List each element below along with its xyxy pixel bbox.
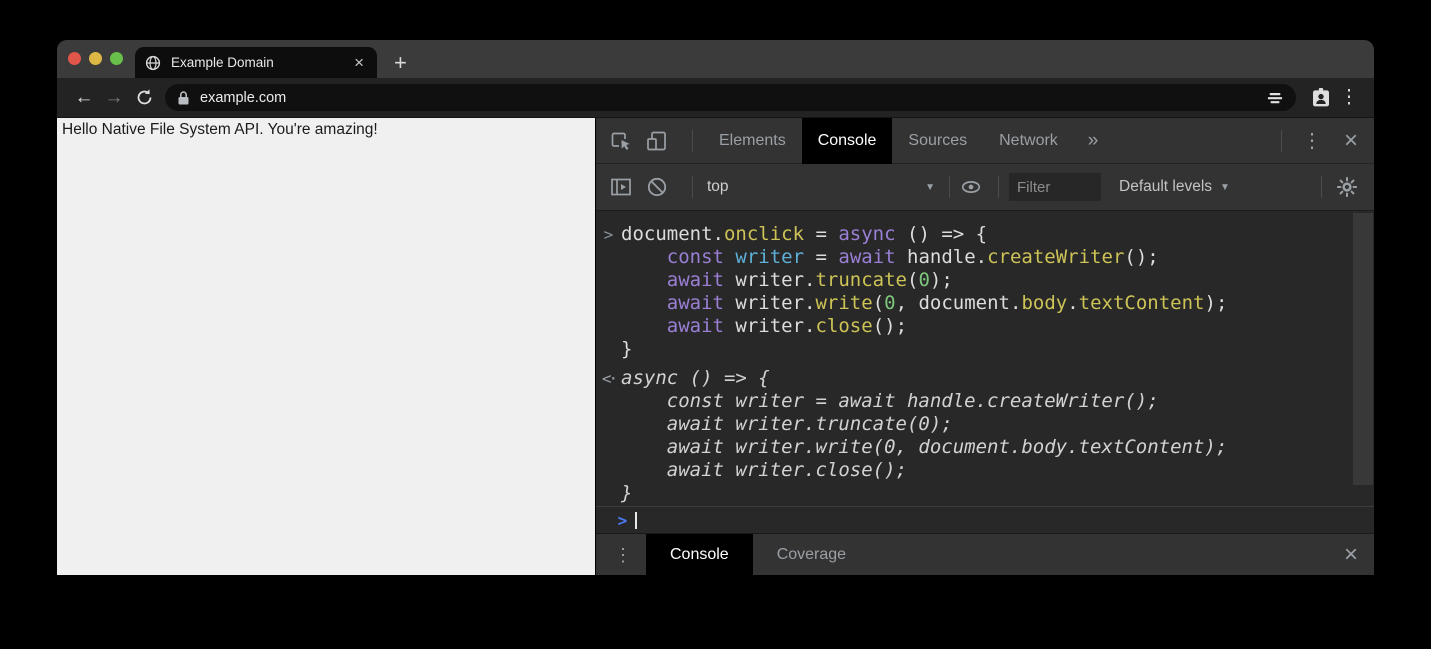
divider [692,130,693,152]
reload-button[interactable] [129,88,159,107]
text-cursor [635,512,637,529]
more-tabs-icon[interactable]: » [1074,130,1113,152]
content-area: Hello Native File System API. You're ama… [57,117,1374,575]
device-toolbar-icon[interactable] [646,130,668,152]
traffic-lights [68,52,123,65]
console-toolbar: top ▼ Default levels ▼ [596,164,1374,211]
inspect-element-icon[interactable] [610,130,632,152]
code-line: } [621,482,1374,505]
chevron-down-icon: ▼ [1220,182,1230,193]
code-line: await writer.truncate(0); [621,413,1374,436]
console-prompt[interactable]: > [596,506,1374,533]
scrollbar-thumb[interactable] [1353,213,1373,485]
console-message-command: >document.onclick = async () => { const … [596,220,1374,364]
tab-elements[interactable]: Elements [703,118,802,164]
devtools-header: Elements Console Sources Network » ⋮ × [596,118,1374,164]
code-line: await writer.write(0, document.body.text… [621,292,1374,315]
log-levels-selector[interactable]: Default levels ▼ [1119,178,1230,196]
context-selector[interactable]: top ▼ [707,178,935,196]
code-line: await writer.close(); [621,315,1374,338]
console-messages: >document.onclick = async () => { const … [596,211,1374,506]
tab-strip: Example Domain × + [57,40,1374,78]
code-line: async () => { [621,367,1374,390]
divider [1281,130,1282,152]
zoom-window-button[interactable] [110,52,123,65]
clear-console-icon[interactable] [646,176,668,198]
filter-input[interactable] [1009,173,1101,201]
result-arrow-icon: <· [596,367,621,505]
new-tab-button[interactable]: + [394,52,407,74]
devtools-menu-icon[interactable]: ⋮ [1292,131,1332,151]
settings-gear-icon[interactable] [1336,176,1358,198]
devtools-close-icon[interactable]: × [1332,129,1360,153]
code-line: await writer.truncate(0); [621,269,1374,292]
console-sidebar-toggle-icon[interactable] [610,176,632,198]
code-line: const writer = await handle.createWriter… [621,390,1374,413]
page-viewport: Hello Native File System API. You're ama… [57,118,595,575]
forward-button[interactable]: → [99,88,129,107]
command-arrow-icon: > [596,223,621,361]
devtools-drawer: ⋮ Console Coverage × [596,533,1374,575]
tab-title: Example Domain [171,55,351,70]
code-line: } [621,338,1374,361]
devtools-panel: Elements Console Sources Network » ⋮ × [595,118,1374,575]
console-message-result: <·async () => { const writer = await han… [596,364,1374,506]
tab-sources[interactable]: Sources [892,118,983,164]
tab-console[interactable]: Console [802,118,893,164]
browser-window: Example Domain × + ← → [57,40,1374,575]
code-line: await writer.close(); [621,459,1374,482]
close-window-button[interactable] [68,52,81,65]
divider [949,176,950,198]
tab-close-icon[interactable]: × [351,54,367,71]
address-bar[interactable]: example.com [165,84,1296,111]
browser-menu-icon[interactable]: ⋮ [1336,86,1362,109]
tab-network[interactable]: Network [983,118,1074,164]
profile-icon[interactable] [1306,87,1336,108]
favicon-globe-icon [145,55,161,71]
code-line: document.onclick = async () => { [621,223,1374,246]
chevron-down-icon: ▼ [925,182,935,193]
levels-label: Default levels [1119,178,1212,196]
minimize-window-button[interactable] [89,52,102,65]
lock-icon[interactable] [177,90,190,106]
screenshot-stage: Example Domain × + ← → [0,0,1431,649]
drawer-close-icon[interactable]: × [1332,543,1360,567]
code-line: await writer.write(0, document.body.text… [621,436,1374,459]
live-expression-eye-icon[interactable] [960,176,982,198]
drawer-tab-coverage[interactable]: Coverage [753,534,870,576]
url-text: example.com [200,90,1266,106]
prompt-chevron-icon: > [610,511,635,530]
context-label: top [707,178,729,196]
code-line: const writer = await handle.createWriter… [621,246,1374,269]
drawer-tab-console[interactable]: Console [646,534,753,576]
back-button[interactable]: ← [69,88,99,107]
divider [692,176,693,198]
browser-tab[interactable]: Example Domain × [135,47,377,78]
page-text: Hello Native File System API. You're ama… [62,121,587,139]
omnibox-list-icon[interactable] [1266,89,1284,107]
browser-toolbar: ← → example.com [57,78,1374,117]
drawer-menu-icon[interactable]: ⋮ [614,546,632,564]
divider [998,176,999,198]
divider [1321,176,1322,198]
